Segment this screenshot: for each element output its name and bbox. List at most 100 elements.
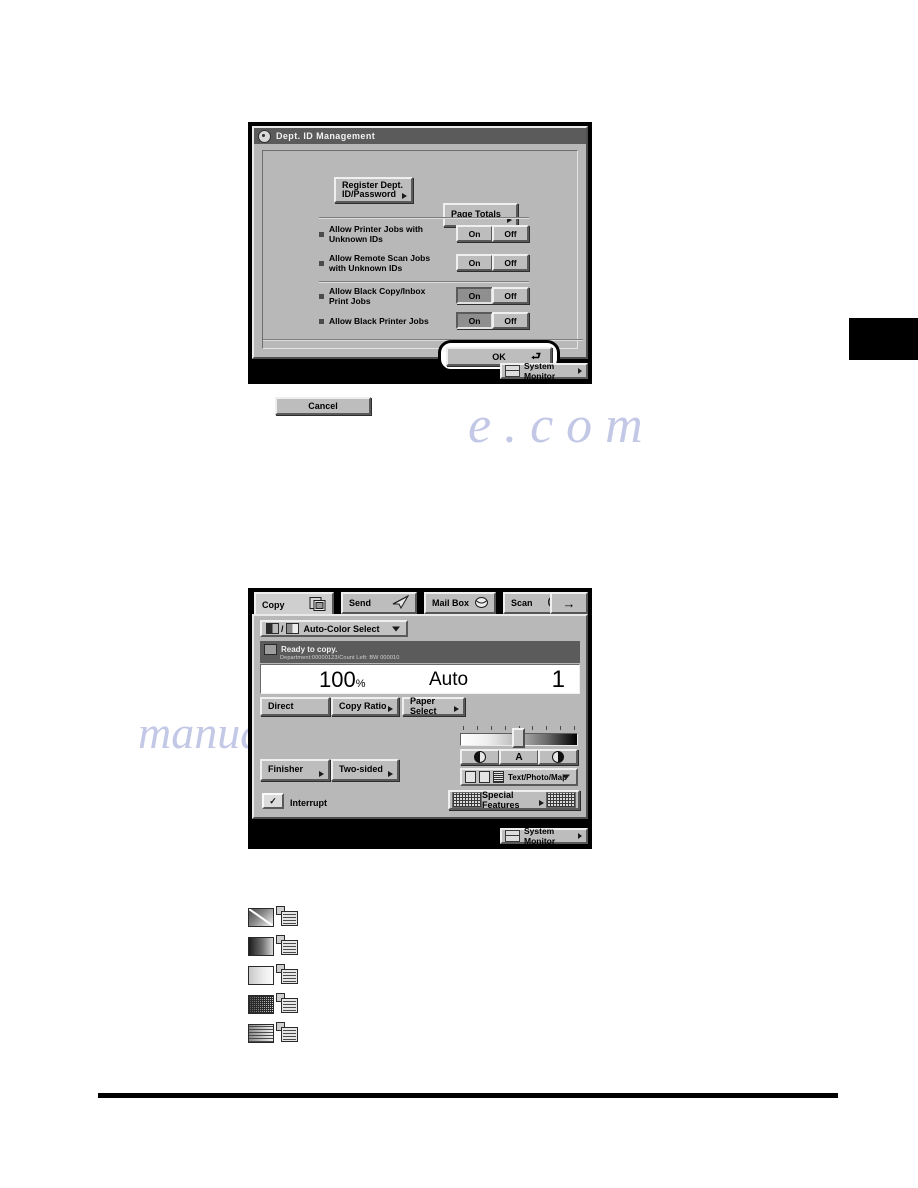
special-features-hatch-left-icon — [452, 792, 482, 808]
lighter-icon — [474, 751, 486, 763]
tab-send[interactable]: Send — [341, 592, 417, 614]
tab-mailbox[interactable]: Mail Box — [424, 592, 496, 614]
arrow-right-icon: → — [562, 595, 576, 611]
copy-readout: 100% Auto 1 — [260, 664, 580, 694]
special-features-hatch-right-icon — [546, 792, 576, 808]
option-row-allow-remote-scan-jobs: Allow Remote Scan Jobs with Unknown IDs — [319, 253, 459, 273]
option-label: Allow Black Copy/Inbox Print Jobs — [329, 286, 426, 306]
off-button[interactable]: Off — [492, 287, 529, 304]
bullet-icon — [319, 294, 324, 300]
tab-send-label: Send — [349, 598, 372, 608]
output-thumb — [276, 1022, 298, 1043]
off-button[interactable]: Off — [492, 225, 529, 242]
bw-icon — [285, 623, 299, 634]
legend-icon-dithered — [248, 993, 298, 1014]
auto-exposure-button[interactable]: A — [499, 749, 539, 765]
map-mode-icon — [493, 771, 504, 783]
tab-scan-label: Scan — [511, 598, 533, 608]
output-thumb — [276, 906, 298, 927]
toggle-allow-printer-jobs: On Off — [456, 225, 529, 242]
option-row-allow-black-copy-inbox: Allow Black Copy/Inbox Print Jobs — [319, 286, 459, 306]
printer-status-icon — [264, 643, 277, 655]
page-bottom-rule — [98, 1093, 838, 1098]
photo-mode-icon — [479, 771, 490, 783]
system-monitor-icon — [505, 365, 520, 377]
chevron-right-icon — [319, 771, 324, 777]
register-button-label: Register Dept. ID/Password — [342, 179, 404, 199]
toggle-allow-black-printer-jobs: On Off — [456, 312, 529, 329]
darker-button[interactable] — [538, 749, 578, 765]
auto-exposure-label: A — [515, 751, 523, 763]
chevron-right-icon — [539, 800, 544, 806]
copy-screen-panel: Copy Send Mail Box Scan → / Auto-Color S… — [248, 588, 592, 849]
copy-ratio-button[interactable]: Copy Ratio — [331, 697, 399, 716]
off-button[interactable]: Off — [492, 254, 529, 271]
system-monitor-button[interactable]: System Monitor — [500, 361, 588, 381]
document-page: e . c o m manualsarchive Dept. ID Manage… — [0, 0, 918, 1188]
finisher-label: Finisher — [268, 764, 304, 775]
on-button[interactable]: On — [456, 287, 493, 304]
mailbox-icon — [474, 596, 489, 611]
system-monitor-icon — [505, 830, 520, 842]
option-row-allow-printer-jobs: Allow Printer Jobs with Unknown IDs — [319, 224, 459, 244]
special-features-button[interactable]: Special Features — [448, 790, 580, 810]
original-thumb — [248, 908, 274, 927]
original-thumb — [248, 995, 274, 1014]
chevron-right-icon — [388, 706, 393, 712]
dept-id-management-dialog: Dept. ID Management Register Dept. ID/Pa… — [248, 122, 592, 415]
page-totals-button[interactable]: Page Totals — [443, 203, 518, 227]
on-button[interactable]: On — [456, 312, 493, 329]
dialog-content: Register Dept. ID/Password Page Totals A… — [262, 150, 583, 415]
thumb-lines — [283, 942, 296, 953]
tab-copy-label: Copy — [262, 600, 285, 610]
output-thumb — [276, 935, 298, 956]
toggle-allow-black-copy-inbox: On Off — [456, 287, 529, 304]
color-select-dropdown[interactable]: / Auto-Color Select — [260, 620, 408, 637]
ok-label: OK — [492, 351, 506, 362]
register-dept-id-password-button[interactable]: Register Dept. ID/Password — [334, 177, 413, 203]
status-message-bar: Ready to copy. Department:00000123/Count… — [260, 641, 580, 663]
chevron-right-icon — [454, 706, 459, 712]
dialog-title: Dept. ID Management — [276, 131, 376, 141]
paper-select-button[interactable]: Paper Select — [402, 696, 465, 716]
thumb-lines — [283, 1029, 296, 1040]
tab-next-arrow-button[interactable]: → — [550, 592, 588, 614]
exposure-buttons: A — [460, 749, 578, 765]
copy-quantity-value: 1 — [551, 666, 565, 693]
chevron-right-icon — [578, 833, 582, 839]
on-button[interactable]: On — [456, 225, 493, 242]
text-mode-icon — [465, 771, 476, 783]
color-select-label: Auto-Color Select — [303, 623, 380, 634]
option-row-allow-black-printer-jobs: Allow Black Printer Jobs — [319, 316, 459, 327]
image-quality-dropdown[interactable]: Text/Photo/Map — [460, 768, 578, 786]
original-thumb — [248, 937, 274, 956]
bullet-icon — [319, 261, 324, 267]
thumb-lines — [283, 913, 296, 924]
two-sided-label: Two-sided — [339, 764, 383, 775]
direct-button[interactable]: Direct — [260, 697, 330, 716]
copy-icon — [309, 597, 327, 614]
system-monitor-button[interactable]: System Monitor — [500, 826, 588, 846]
cancel-button[interactable]: Cancel — [275, 397, 371, 415]
image-quality-label: Text/Photo/Map — [508, 772, 567, 782]
on-button[interactable]: On — [456, 254, 493, 271]
option-label: Allow Black Printer Jobs — [329, 316, 429, 326]
status-line-2: Department:00000123/Count Left: BW 00001… — [280, 654, 400, 661]
diagonal-slash — [249, 909, 273, 926]
chevron-down-icon — [392, 626, 400, 631]
interrupt-checkbox[interactable]: ✓ — [262, 793, 284, 809]
off-button[interactable]: Off — [492, 312, 529, 329]
bullet-icon — [319, 232, 324, 238]
lighter-button[interactable] — [460, 749, 500, 765]
status-line-1-row: Ready to copy. — [264, 643, 580, 655]
copy-screen-body: / Auto-Color Select Ready to copy. Depar… — [252, 614, 588, 819]
cancel-label: Cancel — [308, 401, 338, 411]
system-monitor-label: System Monitor — [524, 826, 556, 846]
watermark-text-1: e . c o m — [468, 397, 643, 454]
darker-icon — [552, 751, 564, 763]
finisher-button[interactable]: Finisher — [260, 759, 330, 781]
zoom-ratio-value: 100% — [319, 667, 366, 692]
tab-bar: Copy Send Mail Box Scan → — [248, 588, 592, 618]
exposure-slider-knob[interactable] — [512, 728, 525, 748]
two-sided-button[interactable]: Two-sided — [331, 759, 399, 781]
